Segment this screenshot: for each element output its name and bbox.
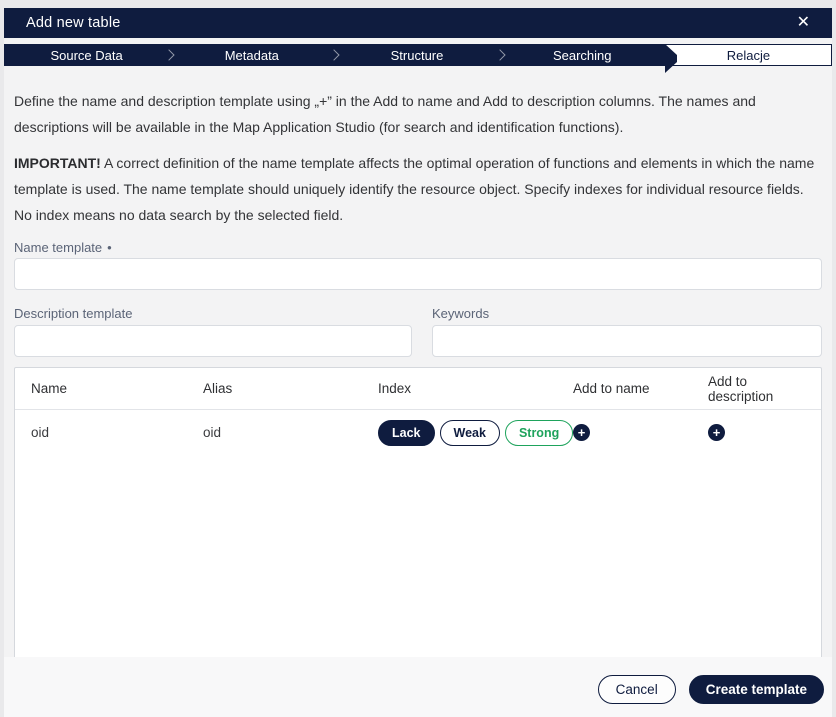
table-row: oid oid Lack Weak Strong + +	[15, 410, 821, 455]
index-strong-button[interactable]: Strong	[505, 420, 573, 446]
step-label: Searching	[553, 48, 612, 63]
index-lack-button[interactable]: Lack	[378, 420, 435, 446]
description-template-input[interactable]	[14, 325, 412, 357]
step-label: Source Data	[50, 48, 122, 63]
name-template-input[interactable]	[14, 258, 822, 290]
dialog-footer: Cancel Create template	[4, 657, 832, 717]
cell-alias: oid	[203, 425, 378, 440]
page-background: Add new table ✕ Source Data Metadata Str…	[0, 0, 836, 717]
index-weak-button[interactable]: Weak	[440, 420, 500, 446]
step-label: Metadata	[225, 48, 279, 63]
step-label: Structure	[391, 48, 444, 63]
fields-table: Name Alias Index Add to name Add to desc…	[14, 367, 822, 657]
step-relacje[interactable]: Relacje	[665, 44, 832, 66]
column-header-add-to-description: Add to description	[708, 374, 805, 404]
cell-name: oid	[31, 425, 203, 440]
cell-add-to-name: +	[573, 424, 708, 441]
close-icon: ✕	[797, 14, 810, 31]
dialog-title: Add new table	[26, 15, 121, 31]
keywords-input[interactable]	[432, 325, 822, 357]
column-header-add-to-name: Add to name	[573, 381, 708, 396]
cell-add-to-description: +	[708, 424, 805, 441]
column-header-index: Index	[378, 381, 573, 396]
dialog-content: Define the name and description template…	[4, 66, 832, 657]
add-to-description-button[interactable]: +	[708, 424, 725, 441]
important-text: A correct definition of the name templat…	[14, 155, 814, 223]
wizard-stepper: Source Data Metadata Structure Searching…	[4, 44, 832, 66]
plus-icon: +	[713, 426, 721, 439]
keywords-label: Keywords	[432, 306, 822, 321]
important-paragraph: IMPORTANT! A correct definition of the n…	[14, 150, 822, 228]
add-to-name-button[interactable]: +	[573, 424, 590, 441]
step-source-data[interactable]: Source Data	[4, 44, 169, 66]
column-header-name: Name	[31, 381, 203, 396]
create-template-button[interactable]: Create template	[689, 675, 824, 704]
intro-paragraph: Define the name and description template…	[14, 88, 822, 140]
close-button[interactable]: ✕	[793, 13, 814, 33]
important-label: IMPORTANT!	[14, 155, 101, 171]
name-template-label-text: Name template	[14, 240, 102, 255]
step-searching[interactable]: Searching	[500, 44, 665, 66]
form-row: Description template Keywords	[14, 290, 822, 357]
table-header-row: Name Alias Index Add to name Add to desc…	[15, 368, 821, 410]
step-metadata[interactable]: Metadata	[169, 44, 334, 66]
description-template-field: Description template	[14, 290, 412, 357]
required-dot-icon: •	[107, 240, 112, 255]
plus-icon: +	[578, 426, 586, 439]
description-template-label: Description template	[14, 306, 412, 321]
add-new-table-dialog: Add new table ✕ Source Data Metadata Str…	[4, 8, 832, 717]
step-structure[interactable]: Structure	[334, 44, 499, 66]
dialog-titlebar: Add new table ✕	[4, 8, 832, 38]
name-template-label: Name template •	[14, 240, 822, 255]
step-label: Relacje	[727, 48, 770, 63]
column-header-alias: Alias	[203, 381, 378, 396]
cell-index: Lack Weak Strong	[378, 420, 573, 446]
cancel-button[interactable]: Cancel	[598, 675, 676, 704]
keywords-field: Keywords	[432, 290, 822, 357]
